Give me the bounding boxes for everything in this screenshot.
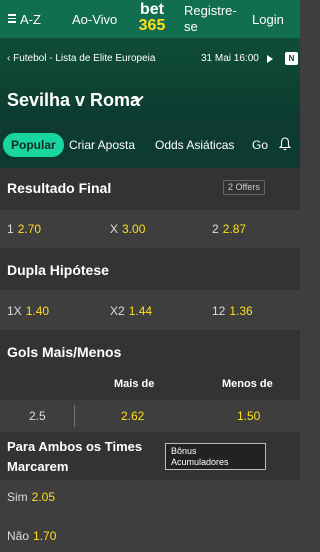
odds-row-gols: 2.5 2.62 1.50 — [0, 400, 300, 432]
live-button[interactable]: Ao-Vivo — [72, 12, 117, 27]
odd-1x[interactable]: 1X 1.40 — [7, 304, 49, 318]
bonus-acumuladores-tooltip: Bônus Acumuladores — [165, 443, 266, 470]
odds-row-resultado-final: 1 2.70 X 3.00 2 2.87 — [0, 210, 300, 248]
tab-popular[interactable]: Popular — [3, 133, 64, 157]
market-header-gols[interactable]: Gols Mais/Menos — [0, 330, 300, 372]
register-button[interactable]: Registre-se — [184, 3, 237, 35]
market-tabs: Popular Criar Aposta Odds Asiáticas Go — [0, 120, 300, 168]
odd-12[interactable]: 12 1.36 — [212, 304, 253, 318]
offers-badge[interactable]: 2 Offers — [223, 180, 265, 195]
event-datetime: 31 Mai 16:00 — [201, 53, 259, 64]
n-badge-icon[interactable]: N — [285, 52, 298, 65]
play-icon[interactable] — [267, 55, 273, 63]
odd-home[interactable]: 1 2.70 — [7, 222, 41, 236]
odd-x2[interactable]: X2 1.44 — [110, 304, 152, 318]
top-navigation-bar: A-Z Ao-Vivo bet 365 Registre-se Login — [0, 0, 300, 38]
market-header-dupla-hipotese[interactable]: Dupla Hipótese — [0, 248, 300, 290]
odd-draw[interactable]: X 3.00 — [110, 222, 145, 236]
tab-criar-aposta[interactable]: Criar Aposta — [69, 138, 135, 152]
bell-icon[interactable] — [279, 137, 291, 151]
menu-icon[interactable] — [8, 14, 16, 23]
odds-list-ambos-marcam: Sim 2.05 Não 1.70 — [0, 480, 300, 552]
col-mais-de: Mais de — [114, 378, 155, 390]
tab-odds-asiaticas[interactable]: Odds Asiáticas — [155, 138, 234, 152]
odd-under[interactable]: 1.50 — [237, 409, 260, 423]
tab-go[interactable]: Go — [252, 138, 268, 152]
breadcrumb[interactable]: ‹ Futebol - Lista de Elite Europeia — [7, 53, 155, 64]
az-button[interactable]: A-Z — [20, 12, 41, 27]
match-title[interactable]: Sevilha v Roma — [7, 90, 140, 111]
odd-sim[interactable]: Sim 2.05 — [7, 490, 55, 504]
event-header: ‹ Futebol - Lista de Elite Europeia 31 M… — [0, 38, 300, 120]
odd-away[interactable]: 2 2.87 — [212, 222, 246, 236]
odd-nao[interactable]: Não 1.70 — [7, 529, 56, 543]
bet365-logo[interactable]: bet 365 — [136, 2, 168, 34]
gols-line: 2.5 — [29, 409, 46, 423]
column-divider — [74, 405, 75, 427]
odds-row-dupla-hipotese: 1X 1.40 X2 1.44 12 1.36 — [0, 290, 300, 330]
odd-over[interactable]: 2.62 — [121, 409, 144, 423]
col-menos-de: Menos de — [222, 378, 273, 390]
login-button[interactable]: Login — [252, 12, 284, 27]
